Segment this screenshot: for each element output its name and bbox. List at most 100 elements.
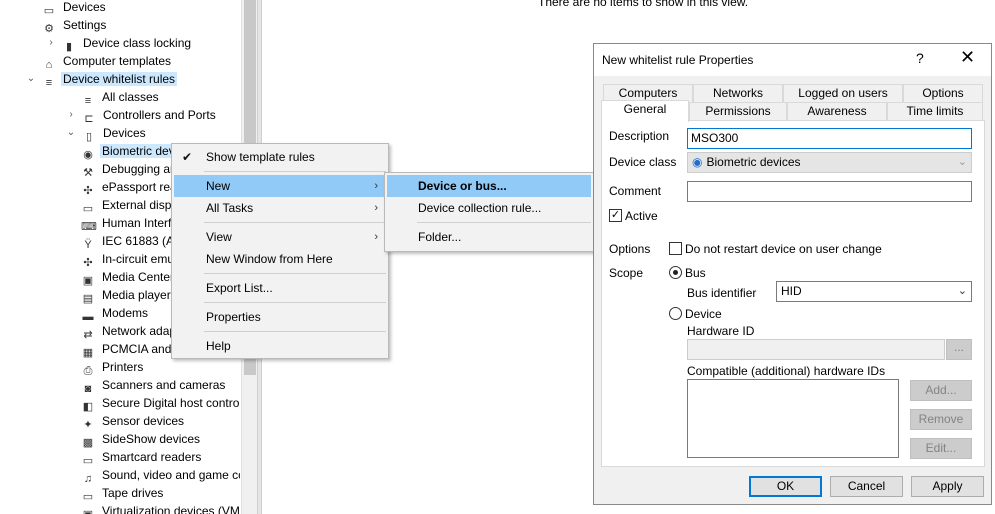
- tree-item[interactable]: ⌄ ≡ Device whitelist rules: [27, 70, 178, 89]
- menu-item-export-list[interactable]: Export List...: [174, 277, 386, 299]
- tree-item-label: Media player: [102, 288, 171, 302]
- tree-item-label: All classes: [102, 90, 159, 104]
- compatible-ids-list[interactable]: [687, 379, 899, 458]
- tree-item[interactable]: › ⊏ Controllers and Ports: [69, 106, 218, 125]
- tree-item[interactable]: ▩ SideShow devices: [81, 430, 202, 449]
- tab-logged-on-users[interactable]: Logged on users: [783, 84, 903, 102]
- menu-item-new-window[interactable]: New Window from Here: [174, 248, 386, 270]
- chevron-right-icon[interactable]: ›: [65, 106, 77, 124]
- tree-item[interactable]: ▭ External displ: [81, 196, 176, 215]
- ok-button[interactable]: OK: [749, 476, 822, 497]
- tree-item[interactable]: ▣ Virtualization devices (VM: [81, 502, 240, 514]
- cancel-button[interactable]: Cancel: [830, 476, 903, 497]
- tree-item[interactable]: ⌨ Human Interf: [81, 214, 173, 233]
- tree-item-label: External displ: [102, 198, 175, 212]
- tree-item[interactable]: ⌄ ▯ Devices: [67, 124, 148, 143]
- menu-item-view[interactable]: View ›: [174, 226, 386, 248]
- tree-item[interactable]: ▤ Media player: [81, 286, 173, 305]
- tree-item[interactable]: ≡ All classes: [81, 88, 161, 107]
- tree-item-label: In-circuit emu: [102, 252, 175, 266]
- menu-item-label: Properties: [206, 310, 261, 324]
- tree-item[interactable]: ⚒ Debugging ar: [81, 160, 176, 179]
- tree-item[interactable]: ⇄ Network adap: [81, 322, 178, 341]
- tree-item-label: Printers: [102, 360, 144, 374]
- device-class-select[interactable]: ◉ Biometric devices ⌄: [687, 152, 972, 173]
- tab-permissions[interactable]: Permissions: [689, 102, 787, 120]
- tree-item-label: ePassport rea: [102, 180, 177, 194]
- tree-item-label: Sound, video and game cc: [102, 468, 240, 482]
- tree-item[interactable]: ▭ Devices: [42, 0, 108, 17]
- tree-item-label: Computer templates: [63, 54, 172, 68]
- active-checkbox[interactable]: ✓: [609, 209, 622, 222]
- menu-item-label: Folder...: [418, 230, 462, 244]
- tree-item[interactable]: ◧ Secure Digital host control: [81, 394, 240, 413]
- tree-item[interactable]: ▭ Tape drives: [81, 484, 165, 503]
- apply-button[interactable]: Apply: [911, 476, 984, 497]
- bus-radio[interactable]: [669, 266, 682, 279]
- tree-item[interactable]: ✣ In-circuit emu: [81, 250, 176, 269]
- device-radio[interactable]: [669, 307, 682, 320]
- menu-item-all-tasks[interactable]: All Tasks ›: [174, 197, 386, 219]
- tree-item-label: Scanners and cameras: [102, 378, 226, 392]
- menu-item-label: New: [206, 179, 231, 193]
- menu-item-folder[interactable]: Folder...: [387, 226, 591, 248]
- menu-item-device-or-bus[interactable]: Device or bus...: [387, 175, 591, 197]
- checkmark-icon: ✔: [182, 150, 193, 164]
- menu-item-properties[interactable]: Properties: [174, 306, 386, 328]
- add-button[interactable]: Add...: [910, 380, 972, 401]
- tree-item[interactable]: ◙ Scanners and cameras: [81, 376, 227, 395]
- device-label: Device: [685, 307, 722, 321]
- tree-item[interactable]: ▬ Modems: [81, 304, 150, 323]
- tree-item-label: Controllers and Ports: [103, 108, 216, 122]
- tab-general[interactable]: General: [601, 100, 689, 122]
- fingerprint-icon: ◉: [692, 155, 703, 169]
- tree-item[interactable]: › ▮ Device class locking: [49, 34, 193, 53]
- tree-item[interactable]: Ϋ IEC 61883 (AV: [81, 232, 183, 251]
- remove-button[interactable]: Remove: [910, 409, 972, 430]
- tree-item[interactable]: ♫ Sound, video and game cc: [81, 466, 240, 485]
- tab-time-limits[interactable]: Time limits: [887, 102, 983, 120]
- description-field[interactable]: MSO300: [687, 128, 972, 149]
- chevron-down-icon[interactable]: ⌄: [25, 70, 37, 88]
- tree-item-label: Biometric devi: [100, 144, 180, 158]
- menu-item-help[interactable]: Help: [174, 335, 386, 357]
- empty-list-message: There are no items to show in this view.: [538, 0, 749, 9]
- chevron-right-icon[interactable]: ›: [45, 34, 57, 52]
- chevron-right-icon: ›: [374, 231, 378, 243]
- tree-item[interactable]: ▣ Media Center: [81, 268, 176, 287]
- tree-item-label: Media Center: [102, 270, 175, 284]
- tree-item-label: Settings: [63, 18, 107, 32]
- browse-button[interactable]: ...: [946, 339, 972, 360]
- tree-item[interactable]: ◉ Biometric devi: [81, 142, 180, 161]
- tab-networks[interactable]: Networks: [693, 84, 783, 102]
- new-submenu: Device or bus... Device collection rule.…: [384, 172, 594, 252]
- chevron-down-icon[interactable]: ⌄: [65, 124, 77, 142]
- context-menu: ✔ Show template rules New › All Tasks › …: [171, 143, 389, 359]
- tree-item[interactable]: ✣ ePassport rea: [81, 178, 179, 197]
- dialog-titlebar[interactable]: New whitelist rule Properties ? ✕: [594, 44, 991, 76]
- tab-awareness[interactable]: Awareness: [787, 102, 887, 120]
- bus-identifier-select[interactable]: HID ⌄: [776, 281, 972, 302]
- virtualization-icon: ▣: [81, 508, 95, 514]
- tree-item[interactable]: ⚙ Settings: [42, 16, 108, 35]
- comment-field[interactable]: [687, 181, 972, 202]
- tree-item-label: Devices: [103, 126, 146, 140]
- tree-item-label: Human Interf: [102, 216, 172, 230]
- help-button[interactable]: ?: [916, 50, 924, 66]
- tree-item[interactable]: ⌂ Computer templates: [42, 52, 173, 71]
- tree-item[interactable]: ▭ Smartcard readers: [81, 448, 203, 467]
- edit-button[interactable]: Edit...: [910, 438, 972, 459]
- tab-label: Awareness: [807, 104, 867, 118]
- tree-item[interactable]: ▦ PCMCIA and: [81, 340, 173, 359]
- close-icon[interactable]: ✕: [960, 48, 975, 66]
- hardware-id-field[interactable]: [687, 339, 945, 360]
- tree-item[interactable]: ⎙ Printers: [81, 358, 145, 377]
- tab-options[interactable]: Options: [903, 84, 983, 102]
- menu-item-new[interactable]: New ›: [174, 175, 386, 197]
- menu-separator: [417, 222, 591, 223]
- tab-label: Networks: [712, 86, 763, 100]
- tree-item[interactable]: ✦ Sensor devices: [81, 412, 186, 431]
- menu-item-device-collection-rule[interactable]: Device collection rule...: [387, 197, 591, 219]
- menu-item-show-template-rules[interactable]: ✔ Show template rules: [174, 146, 386, 168]
- no-restart-checkbox[interactable]: [669, 242, 682, 255]
